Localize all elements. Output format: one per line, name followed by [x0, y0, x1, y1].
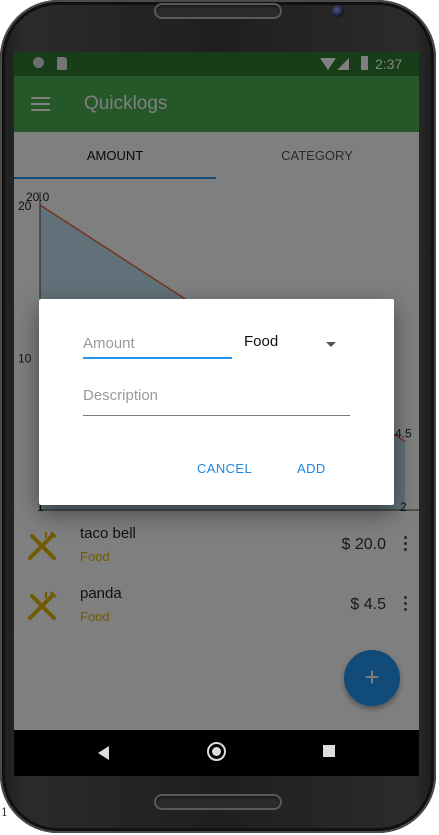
dropdown-arrow-icon[interactable]	[326, 342, 336, 347]
home-icon[interactable]	[207, 742, 226, 761]
top-speaker	[154, 3, 282, 19]
stray-text: 1	[1, 806, 8, 819]
description-input[interactable]	[83, 383, 350, 404]
recent-apps-icon[interactable]	[323, 745, 335, 757]
front-camera	[332, 5, 344, 17]
amount-input[interactable]	[83, 331, 232, 352]
back-icon[interactable]	[98, 746, 109, 760]
description-field[interactable]	[83, 383, 350, 416]
cancel-button[interactable]: CANCEL	[197, 461, 252, 476]
add-button[interactable]: ADD	[297, 461, 326, 476]
bottom-speaker	[154, 794, 282, 810]
add-log-dialog: Food CANCEL ADD	[39, 299, 394, 505]
navigation-bar	[14, 730, 419, 776]
amount-field[interactable]	[83, 331, 232, 359]
